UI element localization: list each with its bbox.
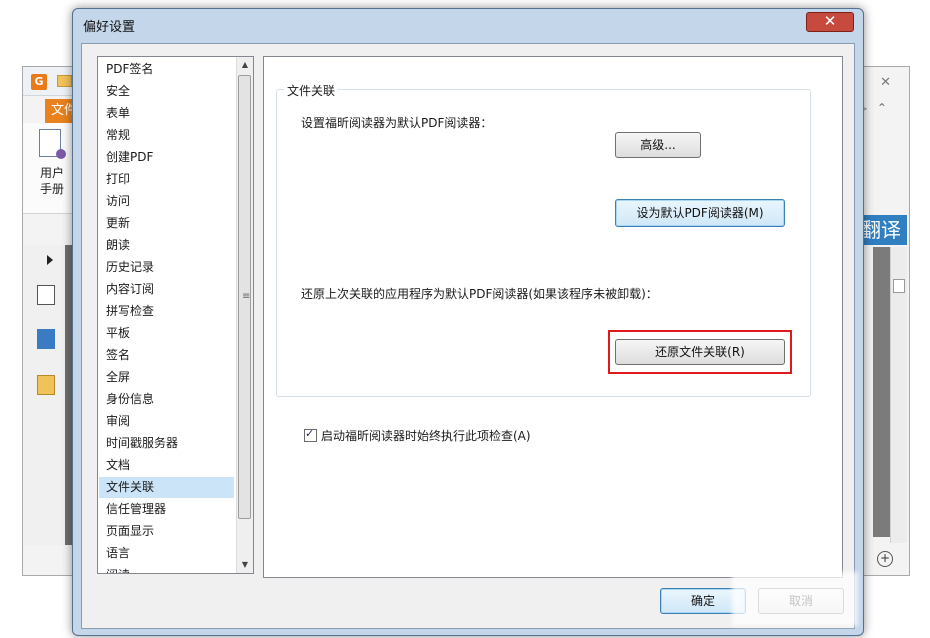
- category-item[interactable]: 页面显示: [99, 521, 234, 542]
- category-item[interactable]: 常规: [99, 125, 234, 146]
- category-item[interactable]: 更新: [99, 213, 234, 234]
- category-item[interactable]: 全屏: [99, 367, 234, 388]
- category-scrollbar[interactable]: ▲ ≡ ▼: [236, 57, 253, 573]
- background-document-area-right: [873, 247, 891, 537]
- pages-panel-icon: [37, 329, 55, 349]
- dialog-title: 偏好设置: [83, 20, 136, 35]
- category-item[interactable]: 表单: [99, 103, 234, 124]
- category-item[interactable]: 语言: [99, 543, 234, 564]
- background-scroll-thumb: [893, 279, 905, 293]
- app-logo-icon: G: [31, 74, 47, 90]
- startup-check-label: 启动福昕阅读器时始终执行此项检查(A): [321, 429, 531, 443]
- advanced-button[interactable]: 高级...: [615, 132, 701, 158]
- category-item[interactable]: 阅读: [99, 565, 234, 573]
- scroll-thumb[interactable]: ≡: [238, 75, 251, 519]
- category-item[interactable]: 审阅: [99, 411, 234, 432]
- category-item[interactable]: 打印: [99, 169, 234, 190]
- settings-pane: 文件关联 设置福昕阅读器为默认PDF阅读器： 高级... 设为默认PDF阅读器(…: [263, 56, 843, 578]
- category-item[interactable]: 朗读: [99, 235, 234, 256]
- comment-panel-icon: [37, 375, 55, 395]
- close-icon[interactable]: ✕: [806, 12, 854, 32]
- restore-file-association-button[interactable]: 还原文件关联(R): [615, 339, 785, 365]
- background-close-icon: ✕: [880, 75, 891, 90]
- expand-arrow-icon: [47, 255, 53, 265]
- checkmark-icon: ✓: [305, 427, 315, 440]
- startup-check-checkbox[interactable]: ✓: [304, 427, 317, 442]
- restore-description: 还原上次关联的应用程序为默认PDF阅读器(如果该程序未被卸载)：: [301, 287, 658, 301]
- category-list[interactable]: PDF签名 安全 表单 常规 创建PDF 打印 访问 更新 朗读 历史记录 内容订阅 拼写检查 平板 签名…: [97, 56, 254, 574]
- category-item[interactable]: 访问: [99, 191, 234, 212]
- category-item[interactable]: 拼写检查: [99, 301, 234, 322]
- ok-button[interactable]: 确定: [660, 588, 746, 614]
- scroll-grip-icon: ≡: [242, 291, 251, 302]
- preferences-dialog: 偏好设置 ✕ PDF签名 安全 表单 常规 创建PDF 打印 访问 更新 朗读 历史记录 内容订阅拼…: [72, 8, 864, 636]
- scroll-down-arrow-icon[interactable]: ▼: [237, 557, 253, 573]
- category-item[interactable]: 文件关联: [99, 477, 234, 498]
- category-item[interactable]: 文档: [99, 455, 234, 476]
- group-title: 文件关联: [284, 82, 339, 99]
- user-manual-label: 用户 手册: [39, 166, 64, 196]
- scroll-up-arrow-icon[interactable]: ▲: [237, 57, 253, 73]
- category-item[interactable]: 身份信息: [99, 389, 234, 410]
- set-default-reader-button[interactable]: 设为默认PDF阅读器(M): [615, 199, 785, 227]
- startup-check-row[interactable]: ✓ 启动福昕阅读器时始终执行此项检查(A): [304, 427, 531, 444]
- cancel-button[interactable]: 取消: [758, 588, 844, 614]
- bookmark-page-icon: [37, 285, 55, 305]
- category-item[interactable]: 创建PDF: [99, 147, 234, 168]
- category-item[interactable]: 内容订阅: [99, 279, 234, 300]
- category-item[interactable]: 时间戳服务器: [99, 433, 234, 454]
- dialog-body: PDF签名 安全 表单 常规 创建PDF 打印 访问 更新 朗读 历史记录 内容订阅 拼写检查 平板 签名…: [81, 43, 858, 629]
- category-item[interactable]: PDF签名: [99, 59, 234, 80]
- open-folder-icon: [57, 75, 72, 87]
- zoom-in-icon: +: [877, 551, 893, 567]
- user-manual-icon: [39, 129, 66, 159]
- category-item[interactable]: 签名: [99, 345, 234, 366]
- category-item[interactable]: 安全: [99, 81, 234, 102]
- category-item[interactable]: 历史记录: [99, 257, 234, 278]
- category-item[interactable]: 平板: [99, 323, 234, 344]
- category-item[interactable]: 信任管理器: [99, 499, 234, 520]
- set-default-description: 设置福昕阅读器为默认PDF阅读器：: [301, 116, 493, 130]
